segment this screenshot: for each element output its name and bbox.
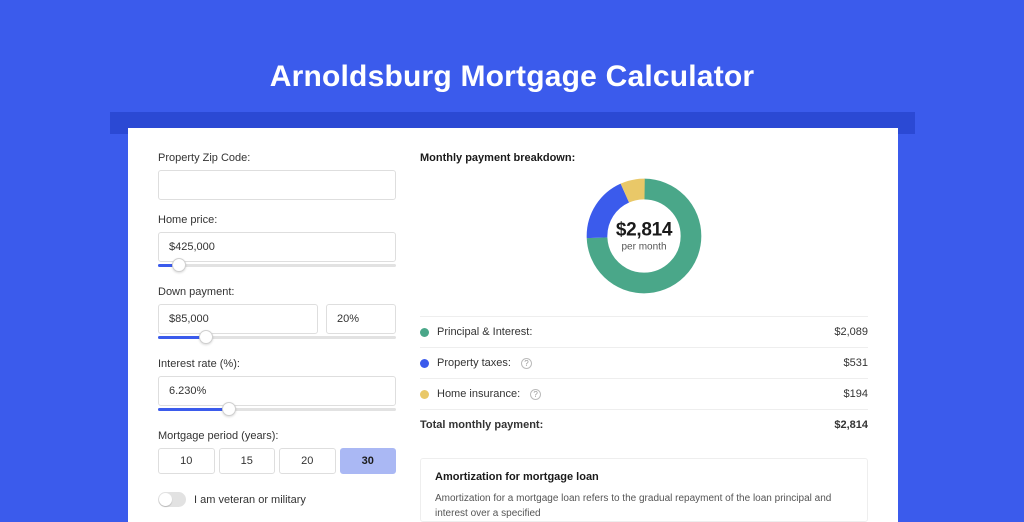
down-payment-label: Down payment:	[158, 286, 396, 298]
zip-field: Property Zip Code:	[158, 152, 396, 200]
legend-dot	[420, 390, 429, 399]
info-icon[interactable]: ?	[521, 358, 532, 369]
legend-value: $194	[844, 388, 868, 400]
slider-fill	[158, 408, 229, 411]
home-price-input[interactable]	[158, 232, 396, 262]
toggle-knob	[159, 493, 172, 506]
period-btn-10[interactable]: 10	[158, 448, 215, 474]
form-panel: Property Zip Code: Home price: Down paym…	[158, 152, 396, 522]
legend-value: $2,089	[834, 326, 868, 338]
legend-row: Home insurance:? $194	[420, 379, 868, 410]
legend-total-label: Total monthly payment:	[420, 419, 543, 431]
legend-label: Principal & Interest:	[437, 326, 532, 338]
page-title: Arnoldsburg Mortgage Calculator	[0, 0, 1024, 94]
amortization-title: Amortization for mortgage loan	[435, 471, 853, 483]
amortization-text: Amortization for a mortgage loan refers …	[435, 491, 853, 521]
donut-chart: $2,814 per month	[420, 174, 868, 298]
donut-sub: per month	[616, 242, 672, 253]
legend-row: Principal & Interest: $2,089	[420, 317, 868, 348]
amortization-section: Amortization for mortgage loan Amortizat…	[420, 458, 868, 522]
period-label: Mortgage period (years):	[158, 430, 396, 442]
zip-input[interactable]	[158, 170, 396, 200]
interest-input[interactable]	[158, 376, 396, 406]
home-price-label: Home price:	[158, 214, 396, 226]
zip-label: Property Zip Code:	[158, 152, 396, 164]
breakdown-title: Monthly payment breakdown:	[420, 152, 868, 164]
veteran-toggle[interactable]	[158, 492, 186, 507]
slider-thumb[interactable]	[199, 330, 213, 344]
veteran-label: I am veteran or military	[194, 494, 306, 506]
legend-row: Property taxes:? $531	[420, 348, 868, 379]
interest-slider[interactable]	[158, 404, 396, 416]
legend-label: Property taxes:	[437, 357, 511, 369]
period-btn-15[interactable]: 15	[219, 448, 276, 474]
down-payment-pct-input[interactable]	[326, 304, 396, 334]
info-icon[interactable]: ?	[530, 389, 541, 400]
legend-dot	[420, 359, 429, 368]
legend-total-value: $2,814	[834, 419, 868, 431]
legend-dot	[420, 328, 429, 337]
legend-label: Home insurance:	[437, 388, 520, 400]
donut-center: $2,814 per month	[616, 220, 672, 253]
down-payment-field: Down payment:	[158, 286, 396, 344]
interest-label: Interest rate (%):	[158, 358, 396, 370]
legend: Principal & Interest: $2,089 Property taxe…	[420, 316, 868, 440]
donut-amount: $2,814	[616, 220, 672, 242]
breakdown-panel: Monthly payment breakdown: $2,814 per mo…	[420, 152, 868, 522]
home-price-slider[interactable]	[158, 260, 396, 272]
calculator-card: Property Zip Code: Home price: Down paym…	[128, 128, 898, 522]
home-price-field: Home price:	[158, 214, 396, 272]
period-field: Mortgage period (years): 10152030	[158, 430, 396, 474]
veteran-row: I am veteran or military	[158, 492, 396, 507]
period-btn-30[interactable]: 30	[340, 448, 397, 474]
slider-track	[158, 264, 396, 267]
down-payment-slider[interactable]	[158, 332, 396, 344]
legend-total-row: Total monthly payment: $2,814	[420, 410, 868, 440]
legend-value: $531	[844, 357, 868, 369]
down-payment-input[interactable]	[158, 304, 318, 334]
period-btn-20[interactable]: 20	[279, 448, 336, 474]
slider-thumb[interactable]	[222, 402, 236, 416]
slider-thumb[interactable]	[172, 258, 186, 272]
interest-field: Interest rate (%):	[158, 358, 396, 416]
